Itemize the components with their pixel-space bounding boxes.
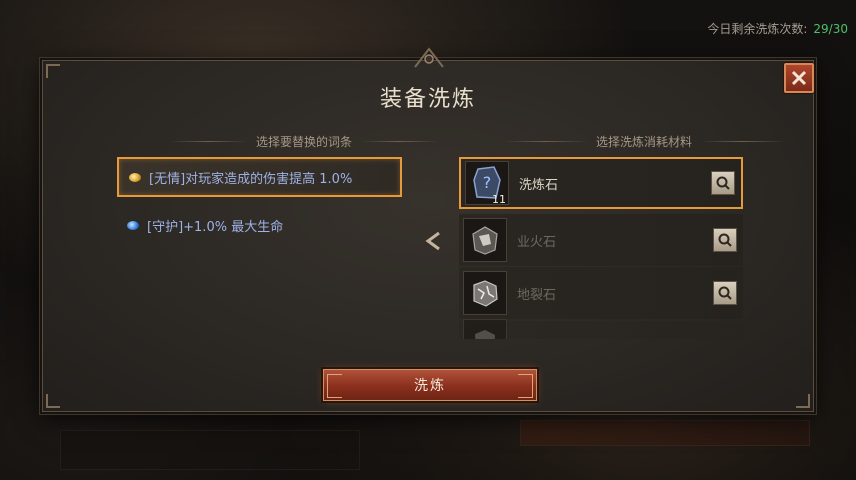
affix-section-header: 选择要替换的词条 <box>169 133 440 150</box>
refine-counter-label: 今日剩余洗炼次数: <box>707 22 808 36</box>
divider <box>360 141 440 142</box>
material-item-refine-stone[interactable]: ? 11 洗炼石 <box>459 157 743 209</box>
frame-corner <box>796 394 810 408</box>
material-item-earthsplit-stone[interactable]: 地裂石 <box>459 267 743 319</box>
affix-option-ruthless[interactable]: [无情]对玩家造成的伤害提高 1.0% <box>117 157 402 197</box>
frame-corner <box>46 394 60 408</box>
divider <box>700 141 786 142</box>
magnifier-icon[interactable] <box>713 281 737 305</box>
svg-text:?: ? <box>483 173 492 192</box>
background-panel <box>520 420 810 446</box>
refine-button[interactable]: 洗炼 <box>323 369 537 401</box>
material-item-hellfire-stone[interactable]: 业火石 <box>459 214 743 266</box>
hellfire-stone-icon <box>463 218 507 262</box>
affix-option-guardian[interactable]: [守护]+1.0% 最大生命 <box>117 205 402 245</box>
magnifier-icon[interactable] <box>711 171 735 195</box>
background-panel <box>60 430 360 470</box>
arrow-left-icon <box>425 231 440 251</box>
divider <box>503 141 588 142</box>
material-list[interactable]: ? 11 洗炼石 业火石 地裂石 <box>459 157 745 339</box>
close-icon <box>791 70 807 86</box>
close-button[interactable] <box>784 63 814 93</box>
crest-ornament-icon <box>414 47 444 68</box>
material-item-partial[interactable] <box>459 319 743 339</box>
material-count: 11 <box>492 193 506 206</box>
material-name: 洗炼石 <box>519 177 559 193</box>
frame-corner <box>46 64 60 78</box>
affix-text: [守护]+1.0% 最大生命 <box>147 219 284 235</box>
material-name: 地裂石 <box>517 287 557 303</box>
refine-stone-icon: ? 11 <box>465 161 509 206</box>
refine-counter: 今日剩余洗炼次数: 29/30 <box>707 20 848 37</box>
refine-dialog: 装备洗炼 选择要替换的词条 选择洗炼消耗材料 [无情]对玩家造成的伤害提高 1.… <box>42 47 814 412</box>
gold-gem-icon <box>129 172 141 182</box>
earthsplit-stone-icon <box>463 271 507 315</box>
material-name: 业火石 <box>517 234 557 250</box>
affix-section-title: 选择要替换的词条 <box>256 135 353 149</box>
stone-icon <box>463 319 507 339</box>
refine-counter-value: 29/30 <box>813 22 848 36</box>
affix-text: [无情]对玩家造成的伤害提高 1.0% <box>149 171 353 187</box>
blue-gem-icon <box>127 220 139 230</box>
material-section-title: 选择洗炼消耗材料 <box>596 135 693 149</box>
dialog-title: 装备洗炼 <box>379 87 476 112</box>
material-section-header: 选择洗炼消耗材料 <box>503 133 786 150</box>
divider <box>169 141 248 142</box>
magnifier-icon[interactable] <box>713 228 737 252</box>
